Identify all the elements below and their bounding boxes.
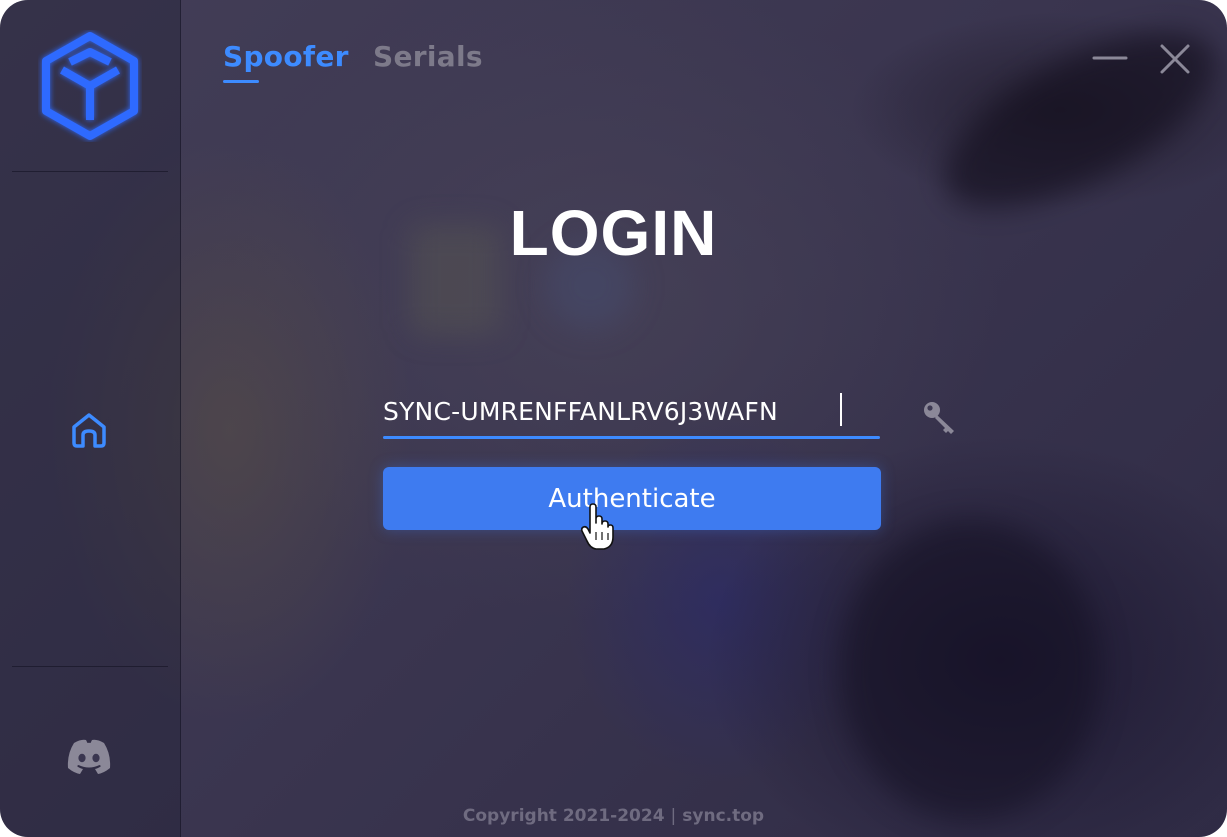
sidebar-divider <box>12 171 168 172</box>
footer: Copyright 2021-2024 | sync.top <box>0 806 1227 826</box>
close-icon[interactable] <box>1158 42 1192 76</box>
license-key-input[interactable] <box>383 390 879 432</box>
active-tab-indicator <box>223 80 259 83</box>
discord-icon[interactable] <box>64 737 114 775</box>
input-underline <box>383 436 880 439</box>
key-icon[interactable] <box>920 398 960 436</box>
sidebar <box>0 0 181 837</box>
app-logo-icon <box>42 32 138 140</box>
sidebar-divider <box>12 666 168 667</box>
home-icon[interactable] <box>68 409 110 451</box>
tab-spoofer[interactable]: Spoofer <box>223 40 349 73</box>
tab-serials[interactable]: Serials <box>373 40 483 73</box>
hand-cursor-icon <box>580 503 614 550</box>
site-link[interactable]: sync.top <box>682 806 764 826</box>
copyright-text: Copyright 2021-2024 <box>462 806 665 826</box>
app-window: Spoofer Serials LOGIN Authenticate Copyr… <box>0 0 1227 837</box>
authenticate-button[interactable]: Authenticate <box>383 467 881 530</box>
text-caret <box>840 393 842 426</box>
footer-separator: | <box>670 806 677 826</box>
login-title: LOGIN <box>509 197 718 269</box>
background-blur-shape <box>840 520 1100 820</box>
minimize-icon[interactable] <box>1092 48 1128 68</box>
